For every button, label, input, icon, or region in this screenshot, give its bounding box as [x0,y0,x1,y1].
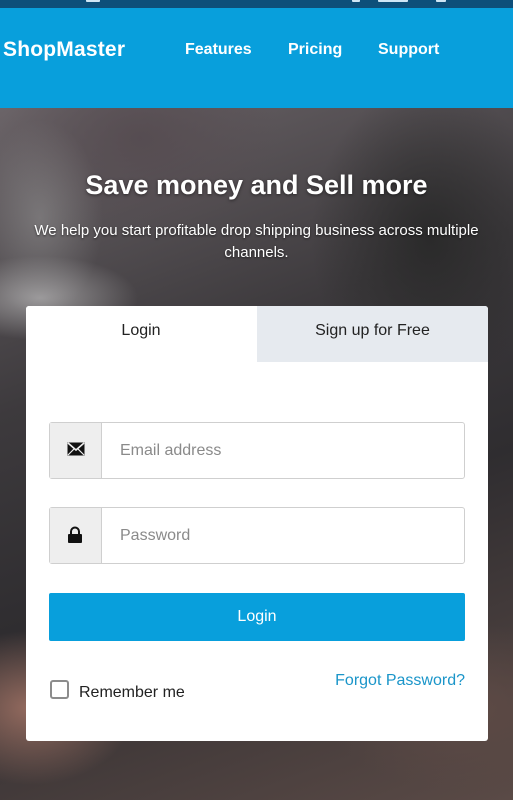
email-addon [50,423,102,478]
status-icon [352,0,360,2]
remember-label[interactable]: Remember me [79,684,185,702]
tab-signup[interactable]: Sign up for Free [257,306,488,362]
hero-title: Save money and Sell more [85,170,428,200]
password-field [49,507,465,564]
battery-icon [436,0,446,2]
status-icon [86,0,100,2]
envelope-icon [67,442,85,456]
hero-subtitle: We help you start profitable drop shippi… [34,222,479,261]
remember-checkbox[interactable] [50,680,69,699]
top-navbar: ShopMaster Features Pricing Support [0,8,513,108]
login-button[interactable]: Login [49,593,465,641]
nav-link-features[interactable]: Features [185,41,252,59]
nav-link-pricing[interactable]: Pricing [288,41,342,59]
email-field [49,422,465,479]
status-icon [378,0,408,2]
password-addon [50,508,102,563]
nav-link-support[interactable]: Support [378,41,439,59]
email-input[interactable] [103,423,464,478]
auth-card: Login Sign up for Free Login Remember me… [26,306,488,741]
tab-login[interactable]: Login [26,306,256,362]
password-input[interactable] [103,508,464,563]
lock-icon [68,526,82,543]
status-bar [0,0,513,8]
brand-logo[interactable]: ShopMaster [3,38,125,62]
forgot-password-link[interactable]: Forgot Password? [335,672,465,690]
